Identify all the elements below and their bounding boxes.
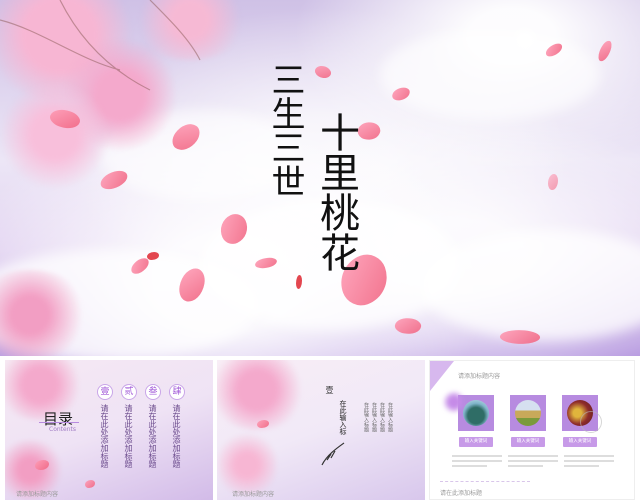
petal: [548, 174, 558, 190]
toc-item-1[interactable]: 请在此处添加标题: [100, 404, 109, 468]
toc-badge-4: 肆: [169, 384, 185, 400]
toc-item-3[interactable]: 请在此处添加标题: [148, 404, 157, 468]
body-text-block-1: [452, 455, 502, 475]
corner-decoration: [430, 361, 454, 391]
flower-decoration: [442, 391, 466, 413]
branch-graphic: [0, 0, 201, 91]
body-text-block-3: [564, 455, 614, 475]
toc-subtitle: Contents: [49, 426, 76, 433]
next-thumb-label-left: 请添加标题内容: [16, 491, 59, 498]
toc-item-2[interactable]: 请在此处添加标题: [124, 404, 133, 468]
title-part2: 十里桃花: [313, 112, 359, 272]
section-line-4: 在此输入标题: [387, 402, 393, 432]
slide-thumbnail-section[interactable]: 壹 在此输入标 在此输入标题 在此输入标题 在此输入标题 在此输入标题: [217, 360, 425, 500]
section-line-1: 在此输入标题: [363, 402, 369, 432]
feather-icon: [321, 442, 345, 466]
image-frame-2: [510, 395, 546, 431]
mountain-image: [463, 400, 489, 426]
section-numeral: 壹: [325, 386, 334, 394]
title-part1: 三生三世: [265, 62, 305, 198]
keyword-button-1[interactable]: 输入关键词: [459, 437, 493, 447]
content-footer: 请在此添加标题: [440, 490, 483, 497]
next-thumb-label-middle: 请添加标题内容: [232, 491, 275, 498]
petal: [98, 168, 130, 192]
field-image: [515, 400, 541, 426]
toc-badge-3: 叁: [145, 384, 161, 400]
stamp-graphic: [580, 411, 602, 433]
slide-thumbnail-contents[interactable]: 目录 Contents 壹 贰 叁 肆 请在此处添加标题 请在此处添加标题 请在…: [5, 360, 213, 500]
body-text-block-2: [508, 455, 558, 475]
title-slide[interactable]: 三生三世 十里桃花: [0, 0, 640, 356]
petal: [85, 480, 95, 488]
content-header: 请添加标题内容: [458, 373, 501, 380]
toc-badge-2: 贰: [121, 384, 137, 400]
keyword-button-2[interactable]: 输入关键词: [511, 437, 545, 447]
toc-badge-1: 壹: [97, 384, 113, 400]
section-line-2: 在此输入标题: [371, 402, 377, 432]
divider: [39, 422, 79, 423]
petal: [356, 119, 382, 143]
petal: [596, 38, 614, 64]
sun-glow: [510, 25, 540, 55]
keyword-button-3[interactable]: 输入关键词: [563, 437, 597, 447]
section-line-3: 在此输入标题: [379, 402, 385, 432]
petal: [313, 62, 333, 82]
toc-item-4[interactable]: 请在此处添加标题: [172, 404, 181, 468]
section-heading: 在此输入标: [339, 400, 347, 435]
slide-thumbnail-content[interactable]: 请添加标题内容 输入关键词 输入关键词 输入关键词 请在此添加标题: [429, 360, 635, 500]
cloud: [380, 30, 600, 120]
